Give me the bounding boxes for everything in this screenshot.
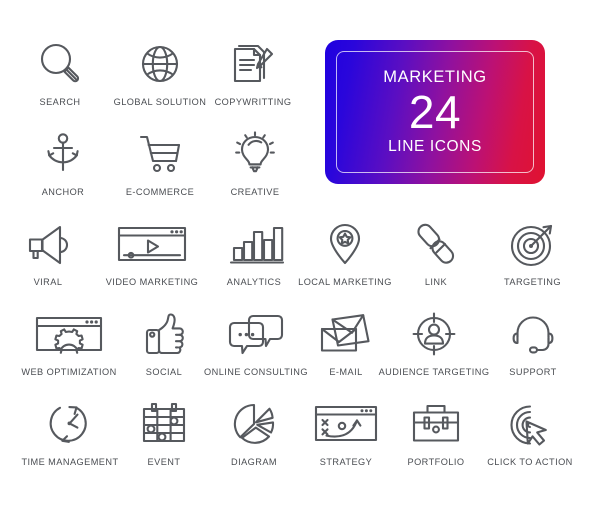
megaphone-icon	[24, 218, 72, 270]
icon-cell-link[interactable]: LINK	[396, 218, 476, 287]
cursor-target-icon	[506, 398, 554, 450]
bar-chart-icon	[226, 218, 282, 270]
magnifier-icon	[37, 38, 83, 90]
icon-cell-viral[interactable]: VIRAL	[8, 218, 88, 287]
icon-set-sheet: MARKETING 24 LINE ICONS SEARCH GLOBAL SO…	[0, 0, 600, 509]
anchor-icon	[40, 128, 86, 180]
browser-gear-icon	[34, 308, 104, 360]
hero-title: MARKETING	[383, 68, 487, 87]
icon-label: COPYWRITTING	[214, 97, 292, 107]
marketing-hero-card: MARKETING 24 LINE ICONS	[325, 40, 545, 184]
calendar-icon	[139, 398, 189, 450]
chain-link-icon	[413, 218, 459, 270]
icon-label: PORTFOLIO	[407, 457, 465, 467]
icon-label: CREATIVE	[230, 187, 280, 197]
icon-label: TARGETING	[504, 277, 561, 287]
video-player-icon	[115, 218, 189, 270]
icon-label: LOCAL MARKETING	[298, 277, 392, 287]
icon-cell-audience-targeting[interactable]: AUDIENCE TARGETING	[370, 308, 498, 377]
icon-cell-e-commerce[interactable]: E-COMMERCE	[105, 128, 215, 197]
icon-label: LINK	[424, 277, 448, 287]
target-arrow-icon	[509, 218, 557, 270]
icon-cell-web-optimization[interactable]: WEB OPTIMIZATION	[8, 308, 130, 377]
icon-cell-strategy[interactable]: STRATEGY	[302, 398, 390, 467]
pie-chart-icon	[231, 398, 277, 450]
icon-cell-time-management[interactable]: TIME MANAGEMENT	[8, 398, 132, 467]
icon-cell-social[interactable]: SOCIAL	[128, 308, 200, 377]
icon-label: TIME MANAGEMENT	[21, 457, 119, 467]
headset-icon	[510, 308, 556, 360]
icon-cell-targeting[interactable]: TARGETING	[485, 218, 580, 287]
icon-cell-local-marketing[interactable]: LOCAL MARKETING	[287, 218, 403, 287]
icon-cell-search[interactable]: SEARCH	[0, 38, 120, 107]
document-pencil-icon	[229, 38, 277, 90]
clock-arrows-icon	[46, 398, 94, 450]
icon-label: VIRAL	[33, 277, 63, 287]
chat-bubbles-icon	[226, 308, 286, 360]
map-pin-star-icon	[325, 218, 365, 270]
icon-cell-copywritting[interactable]: COPYWRITTING	[198, 38, 308, 107]
icon-label: E-MAIL	[329, 367, 363, 377]
icon-cell-support[interactable]: SUPPORT	[489, 308, 577, 377]
hero-inner-frame: MARKETING 24 LINE ICONS	[336, 51, 534, 173]
icon-label: WEB OPTIMIZATION	[21, 367, 117, 377]
globe-icon	[137, 38, 183, 90]
icon-label: GLOBAL SOLUTION	[113, 97, 207, 107]
lightbulb-icon	[232, 128, 278, 180]
icon-cell-click-to-action[interactable]: CLICK TO ACTION	[474, 398, 586, 467]
icon-label: ANALYTICS	[226, 277, 282, 287]
icon-cell-analytics[interactable]: ANALYTICS	[214, 218, 294, 287]
browser-strategy-icon	[313, 398, 379, 450]
user-crosshair-icon	[410, 308, 458, 360]
icon-label: SEARCH	[39, 97, 81, 107]
icon-cell-portfolio[interactable]: PORTFOLIO	[396, 398, 476, 467]
icon-label: AUDIENCE TARGETING	[378, 367, 490, 377]
icon-label: VIDEO MARKETING	[105, 277, 199, 287]
shopping-cart-icon	[136, 128, 184, 180]
thumbs-up-icon	[143, 308, 185, 360]
icon-label: CLICK TO ACTION	[487, 457, 573, 467]
icon-cell-anchor[interactable]: ANCHOR	[8, 128, 118, 197]
icon-label: DIAGRAM	[230, 457, 278, 467]
briefcase-icon	[410, 398, 462, 450]
icon-label: SUPPORT	[509, 367, 557, 377]
icon-label: ANCHOR	[41, 187, 85, 197]
icon-cell-video-marketing[interactable]: VIDEO MARKETING	[93, 218, 211, 287]
icon-cell-creative[interactable]: CREATIVE	[200, 128, 310, 197]
icon-cell-event[interactable]: EVENT	[128, 398, 200, 467]
envelope-icon	[318, 308, 374, 360]
icon-cell-diagram[interactable]: DIAGRAM	[212, 398, 296, 467]
icon-label: E-COMMERCE	[125, 187, 195, 197]
hero-icon-count: 24	[408, 85, 462, 138]
icon-label: STRATEGY	[319, 457, 373, 467]
icon-label: ONLINE CONSULTING	[204, 367, 308, 377]
hero-subtitle: LINE ICONS	[388, 138, 482, 156]
icon-label: SOCIAL	[145, 367, 183, 377]
icon-cell-online-consulting[interactable]: ONLINE CONSULTING	[196, 308, 316, 377]
icon-label: EVENT	[147, 457, 181, 467]
